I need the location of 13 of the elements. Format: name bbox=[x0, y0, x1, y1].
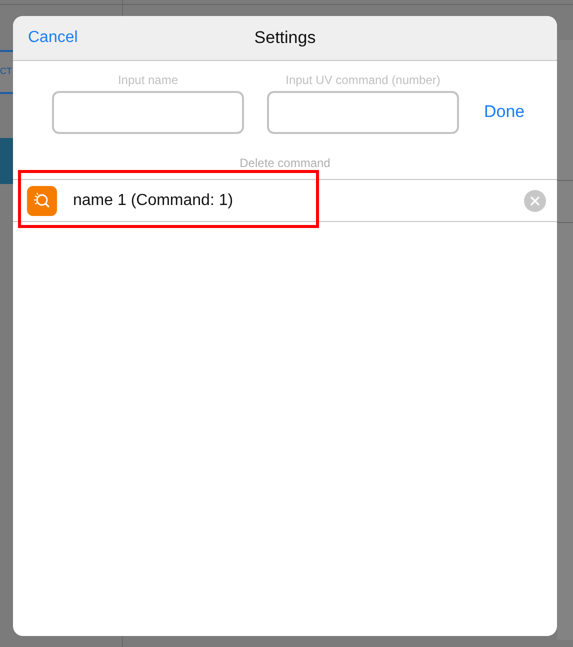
cancel-button[interactable]: Cancel bbox=[28, 26, 78, 50]
field-label: Input name bbox=[118, 73, 178, 87]
input-field[interactable] bbox=[267, 91, 459, 134]
command-text: name 1 (Command: 1) bbox=[73, 190, 234, 210]
dialog-title: Settings bbox=[254, 27, 316, 50]
section-label: Delete command bbox=[240, 156, 330, 170]
input-field[interactable] bbox=[52, 91, 244, 134]
clear-icon[interactable] bbox=[524, 190, 546, 212]
field-label: Input UV command (number) bbox=[286, 73, 440, 87]
command-row[interactable]: name 1 (Command: 1) bbox=[13, 179, 557, 222]
done-button[interactable]: Done bbox=[484, 98, 525, 124]
magnifier-icon bbox=[27, 186, 57, 216]
side-panel bbox=[0, 138, 13, 184]
